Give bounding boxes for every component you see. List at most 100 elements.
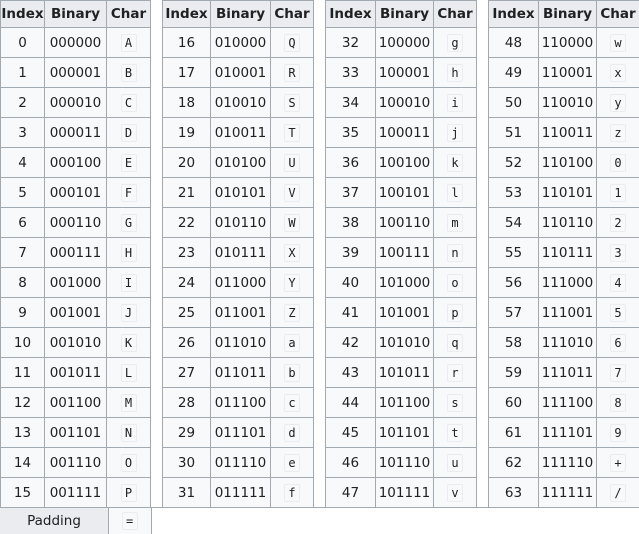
index-cell: 49 (488, 57, 539, 88)
char-cell: N (106, 417, 151, 448)
char-code: X (284, 243, 300, 262)
binary-cell: 100001 (375, 57, 434, 88)
binary-cell: 010010 (210, 87, 271, 118)
char-code: K (120, 333, 137, 352)
char-cell: 0 (596, 147, 639, 178)
table-group-1: Index Binary Char 16 010000 Q 17 010001 R 18 01001… (162, 0, 314, 508)
table-row: 45 101101 t (325, 417, 477, 448)
binary-cell: 010000 (210, 27, 271, 58)
char-code: z (610, 123, 626, 142)
table-row: 37 100101 l (325, 177, 477, 208)
char-code: 1 (610, 183, 626, 202)
char-cell: k (433, 147, 477, 178)
table-row: 27 011011 b (162, 357, 314, 388)
index-cell: 18 (162, 87, 211, 118)
index-cell: 9 (0, 297, 45, 328)
binary-cell: 101101 (375, 417, 434, 448)
table-row: 46 101110 u (325, 447, 477, 478)
char-code: O (120, 453, 137, 472)
table-row: 53 110101 1 (488, 177, 639, 208)
char-code: e (284, 453, 300, 472)
char-code: 7 (610, 363, 626, 382)
char-code: o (447, 273, 463, 292)
char-cell: C (106, 87, 151, 118)
char-code: Y (284, 273, 300, 292)
binary-cell: 111101 (538, 417, 597, 448)
binary-cell: 000001 (44, 57, 107, 88)
table-row: 6 000110 G (0, 207, 151, 238)
char-cell: b (270, 357, 314, 388)
char-cell: c (270, 387, 314, 418)
index-cell: 40 (325, 267, 376, 298)
char-code: N (120, 423, 137, 442)
binary-cell: 000100 (44, 147, 107, 178)
index-cell: 1 (0, 57, 45, 88)
index-cell: 34 (325, 87, 376, 118)
binary-cell: 110101 (538, 177, 597, 208)
char-cell: Q (270, 27, 314, 58)
header-row: Index Binary Char (0, 0, 151, 28)
char-cell: 3 (596, 237, 639, 268)
table-row: 48 110000 w (488, 27, 639, 58)
index-cell: 37 (325, 177, 376, 208)
char-cell: q (433, 327, 477, 358)
char-cell: F (106, 177, 151, 208)
binary-cell: 100011 (375, 117, 434, 148)
binary-cell: 000101 (44, 177, 107, 208)
char-code: 9 (610, 423, 626, 442)
table-row: 23 010111 X (162, 237, 314, 268)
table-row: 59 111011 7 (488, 357, 639, 388)
char-code: 0 (610, 153, 626, 172)
header-index: Index (488, 0, 539, 28)
binary-cell: 011011 (210, 357, 271, 388)
char-cell: g (433, 27, 477, 58)
char-cell: H (106, 237, 151, 268)
padding-label: Padding (0, 508, 109, 534)
index-cell: 29 (162, 417, 211, 448)
padding-empty (152, 508, 639, 534)
char-cell: 9 (596, 417, 639, 448)
binary-cell: 011101 (210, 417, 271, 448)
char-code: q (447, 333, 463, 352)
padding-row: Padding = (0, 507, 639, 534)
char-cell: P (106, 477, 151, 508)
char-code: 6 (610, 333, 626, 352)
index-cell: 57 (488, 297, 539, 328)
table-row: 63 111111 / (488, 477, 639, 508)
index-cell: 0 (0, 27, 45, 58)
char-cell: 2 (596, 207, 639, 238)
table-row: 56 111000 4 (488, 267, 639, 298)
char-code: a (284, 333, 300, 352)
table-row: 20 010100 U (162, 147, 314, 178)
table-row: 47 101111 v (325, 477, 477, 508)
index-cell: 10 (0, 327, 45, 358)
binary-cell: 110001 (538, 57, 597, 88)
binary-cell: 100100 (375, 147, 434, 178)
char-cell: s (433, 387, 477, 418)
char-code: 8 (610, 393, 626, 412)
char-cell: Z (270, 297, 314, 328)
table-row: 3 000011 D (0, 117, 151, 148)
char-cell: o (433, 267, 477, 298)
char-cell: + (596, 447, 639, 478)
index-cell: 62 (488, 447, 539, 478)
header-row: Index Binary Char (488, 0, 639, 28)
char-cell: a (270, 327, 314, 358)
binary-cell: 111000 (538, 267, 597, 298)
index-cell: 43 (325, 357, 376, 388)
header-binary: Binary (538, 0, 597, 28)
table-row: 5 000101 F (0, 177, 151, 208)
index-cell: 55 (488, 237, 539, 268)
table-row: 39 100111 n (325, 237, 477, 268)
binary-cell: 011100 (210, 387, 271, 418)
binary-cell: 000010 (44, 87, 107, 118)
index-cell: 12 (0, 387, 45, 418)
header-binary: Binary (44, 0, 107, 28)
char-code: F (120, 183, 137, 202)
char-cell: u (433, 447, 477, 478)
binary-cell: 010001 (210, 57, 271, 88)
binary-cell: 010110 (210, 207, 271, 238)
binary-cell: 001000 (44, 267, 107, 298)
index-cell: 44 (325, 387, 376, 418)
char-code: t (447, 423, 463, 442)
